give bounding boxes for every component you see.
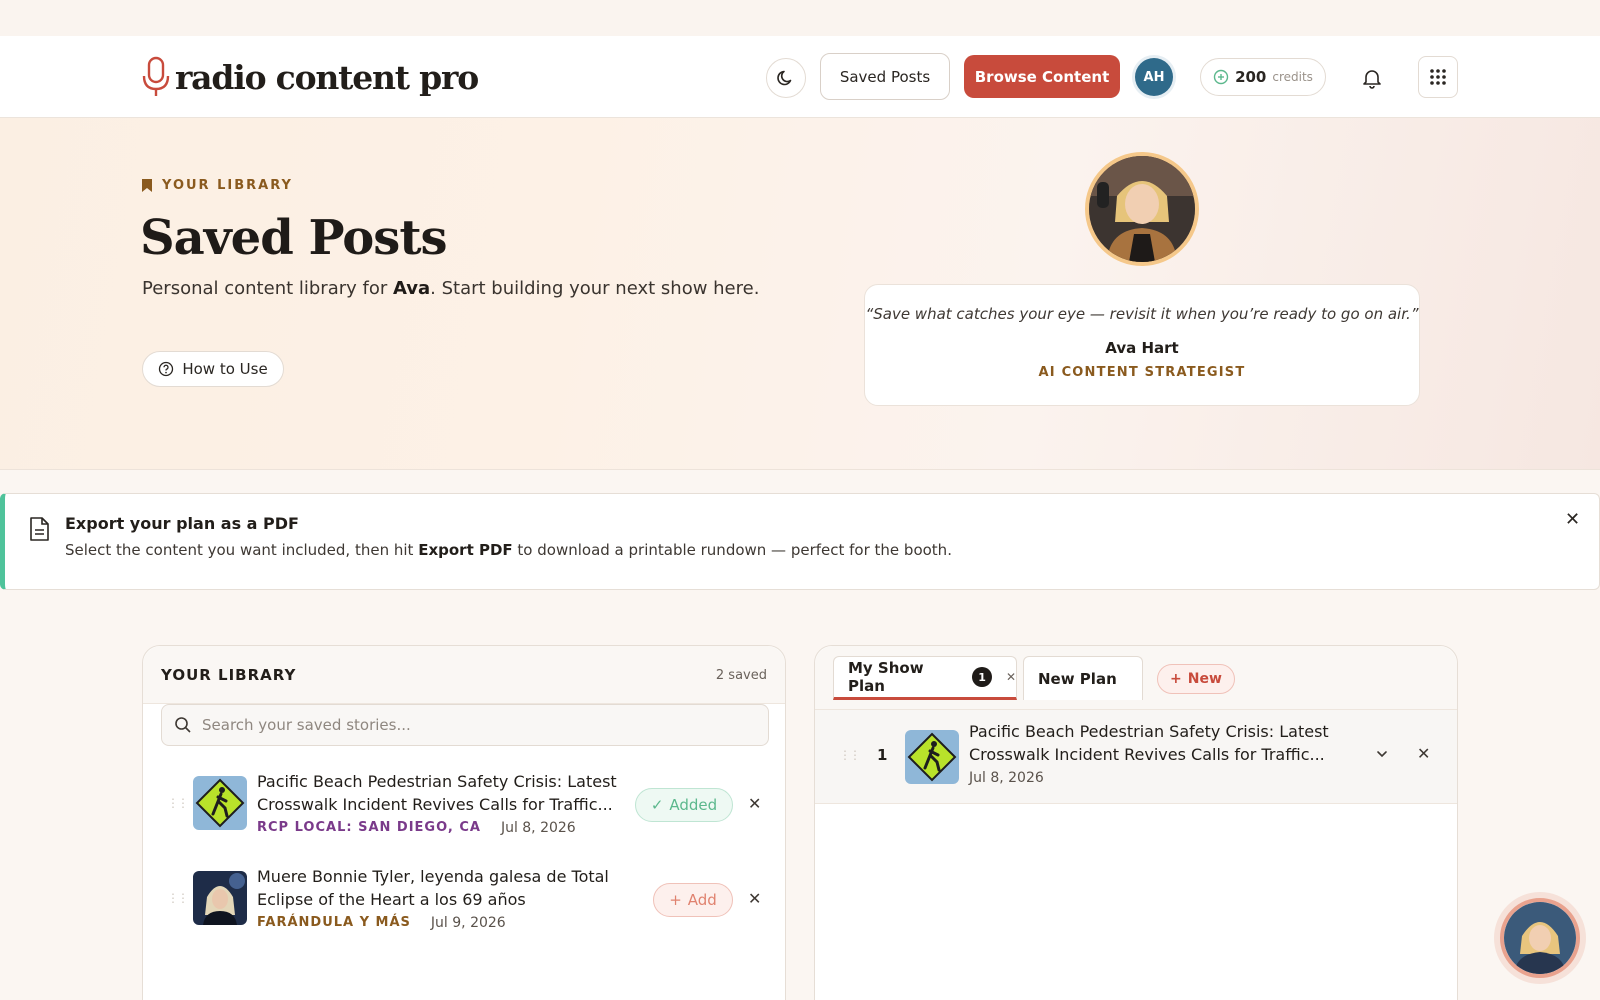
added-button[interactable]: ✓ Added — [635, 788, 733, 822]
plus-icon: + — [669, 891, 682, 909]
story-thumbnail — [193, 871, 247, 925]
export-pdf-banner: Export your plan as a PDF Select the con… — [0, 493, 1600, 590]
user-name: Ava — [392, 278, 431, 299]
plan-tabs-bar: My Show Plan 1 ✕ New Plan + New — [815, 646, 1457, 710]
browse-content-button[interactable]: Browse Content — [964, 55, 1120, 98]
assistant-portrait — [1504, 902, 1576, 974]
credits-count: 200 — [1235, 68, 1267, 86]
tab-new-plan[interactable]: New Plan — [1023, 656, 1143, 700]
library-panel: YOUR LIBRARY 2 saved ⋮⋮ Pacific Beach Pe… — [142, 645, 786, 1000]
plan-item-number: 1 — [877, 746, 888, 764]
drag-handle-icon[interactable]: ⋮⋮ — [167, 891, 189, 905]
story-date: Jul 8, 2026 — [500, 820, 576, 836]
help-circle-icon — [159, 361, 174, 377]
search-box[interactable] — [161, 704, 769, 746]
logo[interactable]: radio content pro — [141, 56, 479, 98]
story-title[interactable]: Muere Bonnie Tyler, leyenda galesa de To… — [257, 865, 627, 911]
eyebrow-text: YOUR LIBRARY — [162, 178, 293, 193]
show-plan-panel: My Show Plan 1 ✕ New Plan + New ⋮⋮ 1 Pac… — [814, 645, 1458, 1000]
how-to-use-button[interactable]: How to Use — [142, 351, 284, 387]
portrait-image — [193, 871, 247, 925]
document-icon — [30, 517, 49, 541]
quote-text: “Save what catches your eye — revisit it… — [865, 305, 1419, 323]
microphone-icon — [142, 56, 170, 96]
remove-icon[interactable]: ✕ — [748, 889, 761, 908]
how-to-use-label: How to Use — [182, 360, 268, 378]
remove-icon[interactable]: ✕ — [1417, 744, 1430, 763]
bookmark-icon — [142, 179, 152, 192]
story-source: FARÁNDULA Y MÁS — [257, 915, 411, 930]
search-input[interactable] — [202, 716, 742, 734]
library-header: YOUR LIBRARY 2 saved — [143, 646, 785, 704]
page-title: Saved Posts — [140, 210, 448, 266]
persona-quote-card: “Save what catches your eye — revisit it… — [864, 284, 1420, 406]
eyebrow: YOUR LIBRARY — [142, 178, 293, 193]
hero-section: YOUR LIBRARY Saved Posts Personal conten… — [0, 118, 1600, 470]
saved-count: 2 saved — [715, 668, 767, 683]
plus-circle-icon — [1213, 69, 1229, 85]
story-thumbnail — [193, 776, 247, 830]
persona-portrait — [1089, 156, 1195, 262]
theme-toggle-button[interactable] — [766, 58, 806, 98]
check-icon: ✓ — [650, 796, 664, 814]
credits-label: credits — [1272, 70, 1313, 84]
grid-icon — [1430, 69, 1446, 85]
remove-icon[interactable]: ✕ — [748, 794, 761, 813]
drag-handle-icon[interactable]: ⋮⋮ — [839, 748, 861, 762]
story-date: Jul 9, 2026 — [430, 915, 506, 931]
assistant-avatar-button[interactable] — [1500, 898, 1580, 978]
library-item[interactable]: ⋮⋮ Pacific Beach Pedestrian Safety Crisi… — [143, 766, 787, 850]
banner-description: Select the content you want included, th… — [65, 541, 952, 559]
page-subtitle: Personal content library for Ava. Start … — [142, 278, 760, 299]
story-source: RCP LOCAL: SAN DIEGO, CA — [257, 820, 481, 835]
expand-button[interactable] — [1375, 746, 1389, 765]
new-plan-button[interactable]: + New — [1157, 664, 1235, 694]
notifications-button[interactable] — [1352, 58, 1392, 98]
banner-title: Export your plan as a PDF — [65, 514, 299, 533]
user-avatar[interactable]: AH — [1135, 58, 1173, 96]
plan-item-title[interactable]: Pacific Beach Pedestrian Safety Crisis: … — [969, 720, 1339, 766]
plus-icon: + — [1170, 671, 1182, 687]
top-strip — [0, 0, 1600, 36]
bell-icon — [1363, 70, 1381, 89]
story-title[interactable]: Pacific Beach Pedestrian Safety Crisis: … — [257, 770, 627, 816]
apps-menu-button[interactable] — [1418, 56, 1458, 98]
library-title: YOUR LIBRARY — [161, 666, 297, 684]
quote-author: Ava Hart — [1105, 339, 1179, 357]
story-meta: FARÁNDULA Y MÁS Jul 9, 2026 — [257, 915, 506, 931]
credits-badge[interactable]: 200 credits — [1200, 58, 1326, 96]
story-meta: RCP LOCAL: SAN DIEGO, CA Jul 8, 2026 — [257, 820, 576, 836]
plan-count-badge: 1 — [972, 667, 992, 687]
plan-item-date: Jul 8, 2026 — [969, 770, 1044, 786]
plan-item[interactable]: ⋮⋮ 1 Pacific Beach Pedestrian Safety Cri… — [815, 710, 1457, 804]
pedestrian-sign-image — [193, 776, 247, 830]
add-button[interactable]: + Add — [653, 883, 733, 917]
logo-text: radio content pro — [175, 57, 479, 97]
persona-avatar-image — [1085, 152, 1199, 266]
chevron-down-icon — [1377, 751, 1387, 758]
library-item[interactable]: ⋮⋮ Muere Bonnie Tyler, leyenda galesa de… — [143, 861, 787, 945]
quote-role: AI CONTENT STRATEGIST — [1038, 365, 1246, 380]
drag-handle-icon[interactable]: ⋮⋮ — [167, 796, 189, 810]
plan-item-thumbnail — [905, 730, 959, 784]
search-icon — [175, 717, 191, 733]
moon-icon — [777, 70, 792, 86]
close-icon[interactable]: ✕ — [1565, 509, 1580, 530]
pedestrian-sign-image — [905, 730, 959, 784]
close-tab-icon[interactable]: ✕ — [1006, 670, 1016, 684]
app-header: radio content pro Saved Posts Browse Con… — [0, 36, 1600, 118]
saved-posts-button[interactable]: Saved Posts — [820, 53, 950, 100]
tab-my-show-plan[interactable]: My Show Plan 1 ✕ — [833, 656, 1017, 700]
